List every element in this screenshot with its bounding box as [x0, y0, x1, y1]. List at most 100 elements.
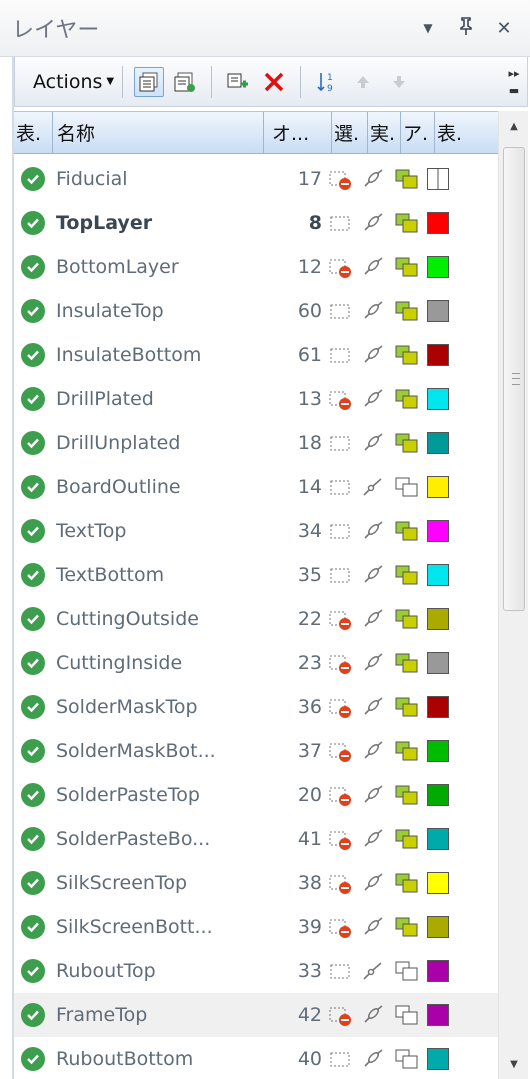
column-header-visible[interactable]: 表.	[14, 112, 53, 153]
link-icon[interactable]	[360, 517, 388, 545]
active-layers-icon[interactable]	[393, 561, 421, 589]
layer-list-view-button[interactable]	[134, 66, 165, 97]
select-locked-icon[interactable]	[327, 165, 355, 193]
link-icon[interactable]	[360, 561, 388, 589]
layer-row[interactable]: Fiducial 17	[14, 157, 498, 201]
active-layers-icon[interactable]	[393, 297, 421, 325]
scroll-up-arrow-icon[interactable]: ▲	[499, 111, 529, 141]
layer-color-swatch[interactable]	[427, 872, 449, 894]
add-layer-button[interactable]	[223, 67, 253, 97]
close-icon[interactable]: ✕	[494, 18, 514, 39]
column-header-name[interactable]: 名称	[53, 112, 264, 153]
visible-check-icon[interactable]	[21, 343, 45, 367]
layer-properties-button[interactable]	[170, 67, 200, 97]
layer-color-swatch[interactable]	[427, 784, 449, 806]
layer-row[interactable]: BoardOutline 14	[14, 465, 498, 509]
layer-color-swatch[interactable]	[427, 740, 449, 762]
visible-check-icon[interactable]	[21, 651, 45, 675]
visible-check-icon[interactable]	[21, 387, 45, 411]
active-layers-icon[interactable]	[393, 737, 421, 765]
layer-row[interactable]: TextBottom 35	[14, 553, 498, 597]
layer-color-swatch[interactable]	[427, 652, 449, 674]
visible-check-icon[interactable]	[21, 1047, 45, 1071]
visible-check-icon[interactable]	[21, 695, 45, 719]
inactive-layers-icon[interactable]	[393, 1001, 421, 1029]
layer-row[interactable]: FrameTop 42	[14, 993, 498, 1037]
scrollbar-thumb[interactable]	[503, 147, 525, 611]
select-icon[interactable]	[327, 473, 355, 501]
visible-check-icon[interactable]	[21, 959, 45, 983]
move-up-button[interactable]	[348, 67, 378, 97]
active-layers-icon[interactable]	[393, 913, 421, 941]
select-icon[interactable]	[327, 957, 355, 985]
link-icon[interactable]	[360, 737, 388, 765]
select-locked-icon[interactable]	[327, 385, 355, 413]
actions-menu-button[interactable]: Actions ▼	[33, 71, 114, 93]
link-icon[interactable]	[360, 781, 388, 809]
column-header-display[interactable]: 表.	[435, 112, 498, 153]
select-locked-icon[interactable]	[327, 869, 355, 897]
layer-color-swatch[interactable]	[427, 168, 449, 190]
link-icon[interactable]	[360, 913, 388, 941]
select-locked-icon[interactable]	[327, 737, 355, 765]
visible-check-icon[interactable]	[21, 783, 45, 807]
layer-color-swatch[interactable]	[427, 212, 449, 234]
toolbar-overflow-button[interactable]: ▸▸ ▬	[503, 60, 525, 104]
layer-row[interactable]: CuttingInside 23	[14, 641, 498, 685]
layer-color-swatch[interactable]	[427, 300, 449, 322]
active-layers-icon[interactable]	[393, 693, 421, 721]
layer-color-swatch[interactable]	[427, 388, 449, 410]
visible-check-icon[interactable]	[21, 167, 45, 191]
column-header-number[interactable]: オ...	[264, 112, 332, 153]
inactive-layers-icon[interactable]	[393, 1045, 421, 1073]
select-icon[interactable]	[327, 209, 355, 237]
link-icon[interactable]	[360, 253, 388, 281]
layer-color-swatch[interactable]	[427, 960, 449, 982]
link-icon[interactable]	[360, 385, 388, 413]
pin-icon[interactable]	[456, 16, 476, 40]
layer-color-swatch[interactable]	[427, 476, 449, 498]
vertical-scrollbar[interactable]: ▲ ▼	[498, 111, 528, 1079]
link-icon[interactable]	[360, 1045, 388, 1073]
layer-color-swatch[interactable]	[427, 520, 449, 542]
move-down-button[interactable]	[384, 67, 414, 97]
visible-check-icon[interactable]	[21, 739, 45, 763]
layer-color-swatch[interactable]	[427, 564, 449, 586]
visible-check-icon[interactable]	[21, 519, 45, 543]
visible-check-icon[interactable]	[21, 915, 45, 939]
layer-color-swatch[interactable]	[427, 696, 449, 718]
column-header-active[interactable]: ア.	[401, 112, 435, 153]
column-header-exec[interactable]: 実.	[368, 112, 401, 153]
select-locked-icon[interactable]	[327, 605, 355, 633]
select-locked-icon[interactable]	[327, 781, 355, 809]
select-icon[interactable]	[327, 1045, 355, 1073]
select-icon[interactable]	[327, 341, 355, 369]
active-layers-icon[interactable]	[393, 605, 421, 633]
visible-check-icon[interactable]	[21, 211, 45, 235]
select-icon[interactable]	[327, 429, 355, 457]
active-layers-icon[interactable]	[393, 209, 421, 237]
layer-row[interactable]: DrillPlated 13	[14, 377, 498, 421]
layer-color-swatch[interactable]	[427, 828, 449, 850]
active-layers-icon[interactable]	[393, 649, 421, 677]
active-layers-icon[interactable]	[393, 517, 421, 545]
layer-row[interactable]: SolderMaskBot... 37	[14, 729, 498, 773]
select-icon[interactable]	[327, 561, 355, 589]
layer-row[interactable]: SolderMaskTop 36	[14, 685, 498, 729]
layer-color-swatch[interactable]	[427, 1004, 449, 1026]
active-layers-icon[interactable]	[393, 341, 421, 369]
select-locked-icon[interactable]	[327, 1001, 355, 1029]
link-icon[interactable]	[360, 649, 388, 677]
select-locked-icon[interactable]	[327, 693, 355, 721]
visible-check-icon[interactable]	[21, 1003, 45, 1027]
link-broken-icon[interactable]	[360, 957, 388, 985]
layer-row[interactable]: BottomLayer 12	[14, 245, 498, 289]
visible-check-icon[interactable]	[21, 827, 45, 851]
sort-layers-button[interactable]: 19	[312, 67, 342, 97]
layer-color-swatch[interactable]	[427, 608, 449, 630]
active-layers-icon[interactable]	[393, 869, 421, 897]
select-locked-icon[interactable]	[327, 825, 355, 853]
layer-row[interactable]: CuttingOutside 22	[14, 597, 498, 641]
layer-row[interactable]: SolderPasteTop 20	[14, 773, 498, 817]
active-layers-icon[interactable]	[393, 253, 421, 281]
